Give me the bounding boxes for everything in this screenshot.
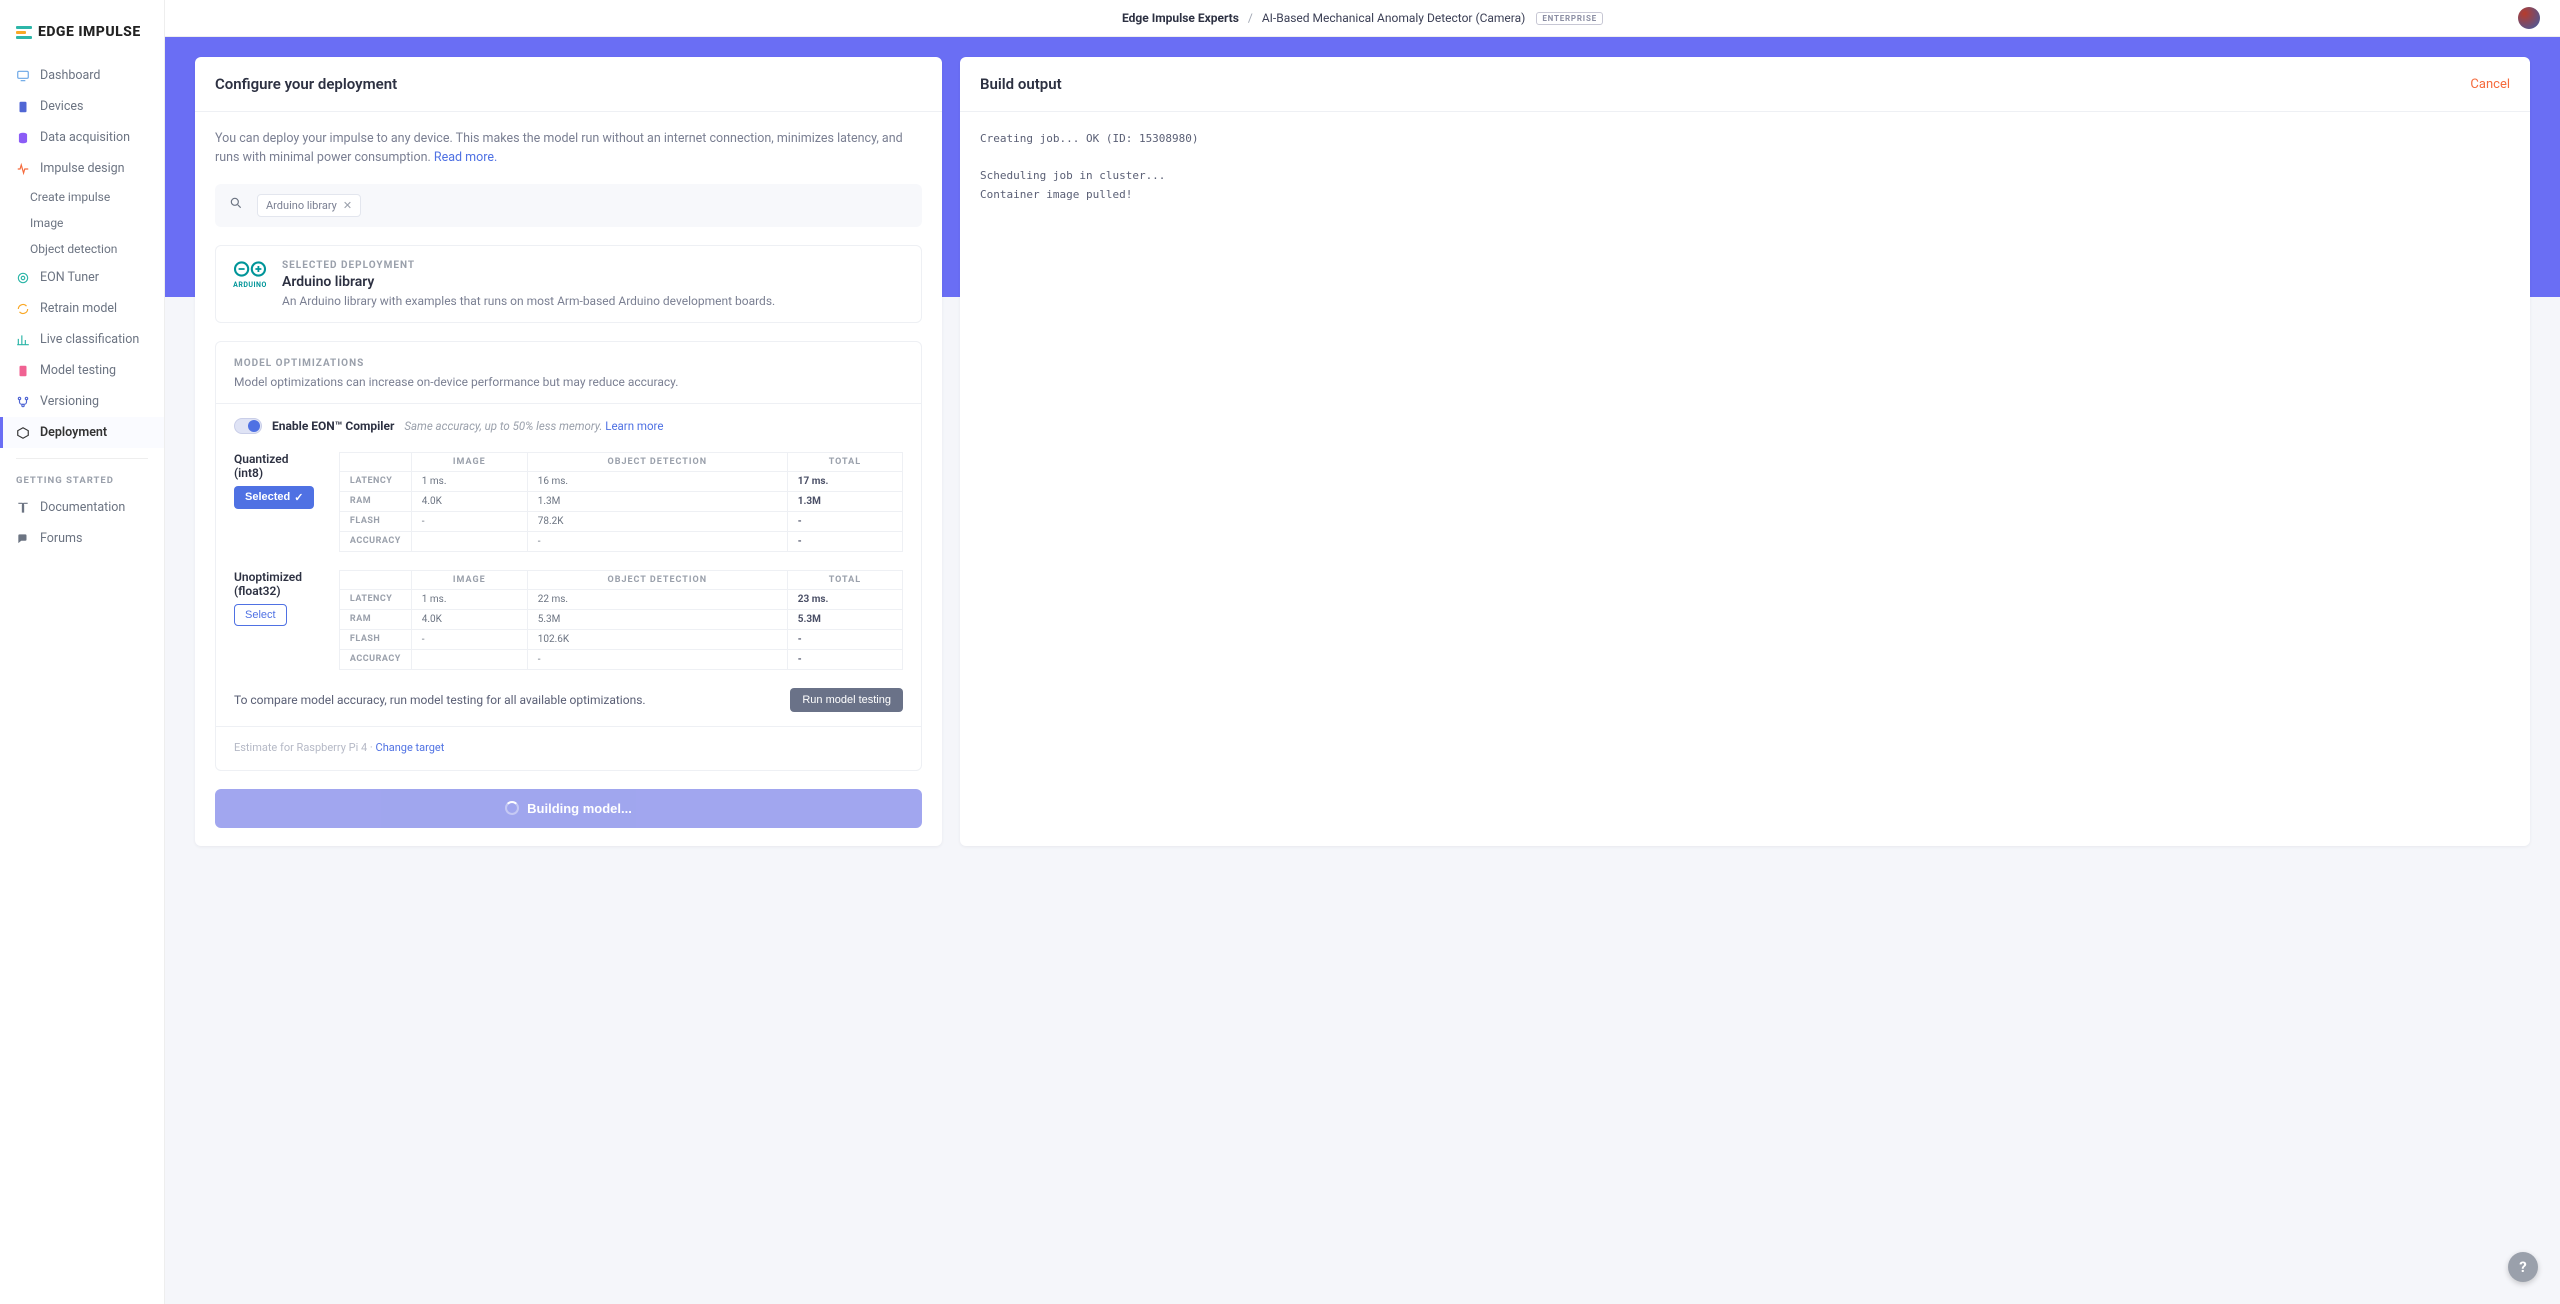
- sidebar-sub-label: Object detection: [30, 242, 117, 256]
- sidebar-item-label: Retrain model: [40, 301, 117, 316]
- logo-icon: [16, 26, 32, 39]
- deployment-desc: An Arduino library with examples that ru…: [282, 294, 775, 308]
- sidebar-item-retrain[interactable]: Retrain model: [0, 293, 164, 324]
- spinner-icon: [505, 801, 519, 815]
- sidebar: EDGE IMPULSE Dashboard Devices Data acqu…: [0, 0, 165, 1304]
- package-icon: [16, 426, 30, 440]
- arduino-logo-icon: ARDUINO: [232, 260, 268, 289]
- chart-icon: [16, 333, 30, 347]
- tier-badge: ENTERPRISE: [1536, 12, 1603, 25]
- deployment-name: Arduino library: [282, 274, 775, 290]
- sidebar-item-deployment[interactable]: Deployment: [0, 417, 164, 448]
- brand-text: EDGE IMPULSE: [38, 24, 141, 40]
- eon-compiler-toggle[interactable]: [234, 418, 262, 434]
- sidebar-item-dashboard[interactable]: Dashboard: [0, 60, 164, 91]
- configure-panel: Configure your deployment You can deploy…: [195, 57, 942, 846]
- sidebar-item-label: Data acquisition: [40, 130, 130, 145]
- estimate-target: Estimate for Raspberry Pi 4 · Change tar…: [216, 726, 921, 754]
- breadcrumb-project[interactable]: AI-Based Mechanical Anomaly Detector (Ca…: [1262, 11, 1526, 25]
- brand-logo[interactable]: EDGE IMPULSE: [0, 16, 164, 54]
- sidebar-sub-object-detection[interactable]: Object detection: [0, 236, 164, 262]
- search-icon: [229, 196, 243, 214]
- check-icon: ✓: [294, 491, 303, 504]
- change-target-link[interactable]: Change target: [376, 741, 445, 754]
- refresh-icon: [16, 302, 30, 316]
- sidebar-sub-label: Image: [30, 216, 63, 230]
- user-avatar[interactable]: [2518, 7, 2540, 29]
- run-model-testing-button[interactable]: Run model testing: [790, 688, 903, 712]
- opt-desc: Model optimizations can increase on-devi…: [234, 375, 903, 389]
- variant-unoptimized-title: Unoptimized (float32): [234, 570, 315, 598]
- build-log: Creating job... OK (ID: 15308980) Schedu…: [980, 130, 2510, 205]
- chip-remove-icon[interactable]: ✕: [343, 199, 352, 212]
- eon-toggle-hint: Same accuracy, up to 50% less memory. Le…: [404, 419, 663, 433]
- sidebar-item-documentation[interactable]: Documentation: [0, 492, 164, 523]
- sidebar-item-label: Devices: [40, 99, 83, 114]
- monitor-icon: [16, 69, 30, 83]
- sidebar-item-label: Live classification: [40, 332, 139, 347]
- sidebar-item-forums[interactable]: Forums: [0, 523, 164, 554]
- sidebar-item-label: Documentation: [40, 500, 125, 515]
- database-icon: [16, 131, 30, 145]
- sidebar-item-label: Model testing: [40, 363, 116, 378]
- build-output-panel: Build output Cancel Creating job... OK (…: [960, 57, 2530, 846]
- breadcrumb-org[interactable]: Edge Impulse Experts: [1122, 11, 1239, 25]
- breadcrumb: Edge Impulse Experts / AI-Based Mechanic…: [1122, 11, 1603, 25]
- build-button[interactable]: Building model...: [215, 789, 922, 828]
- clipboard-icon: [16, 364, 30, 378]
- device-icon: [16, 100, 30, 114]
- sidebar-nav: Dashboard Devices Data acquisition Impul…: [0, 60, 164, 554]
- sidebar-item-label: Forums: [40, 531, 82, 546]
- sidebar-sub-image[interactable]: Image: [0, 210, 164, 236]
- sidebar-sub-label: Create impulse: [30, 190, 110, 204]
- model-optimizations: MODEL OPTIMIZATIONS Model optimizations …: [215, 341, 922, 771]
- read-more-link[interactable]: Read more.: [434, 150, 497, 165]
- sidebar-section-header: GETTING STARTED: [0, 469, 164, 492]
- search-chip: Arduino library ✕: [257, 194, 361, 217]
- variant-quantized-title: Quantized (int8): [234, 452, 315, 480]
- chat-icon: [16, 532, 30, 546]
- branch-icon: [16, 395, 30, 409]
- sidebar-item-devices[interactable]: Devices: [0, 91, 164, 122]
- selected-deployment: ARDUINO SELECTED DEPLOYMENT Arduino libr…: [215, 245, 922, 323]
- help-button[interactable]: ?: [2508, 1252, 2538, 1282]
- sidebar-item-model-testing[interactable]: Model testing: [0, 355, 164, 386]
- topbar: Edge Impulse Experts / AI-Based Mechanic…: [165, 0, 2560, 37]
- sidebar-item-live-classification[interactable]: Live classification: [0, 324, 164, 355]
- build-output-title: Build output: [980, 75, 1062, 93]
- book-icon: [16, 501, 30, 515]
- deployment-search[interactable]: Arduino library ✕: [215, 184, 922, 227]
- sidebar-item-label: Versioning: [40, 394, 99, 409]
- sidebar-sub-create-impulse[interactable]: Create impulse: [0, 184, 164, 210]
- target-icon: [16, 271, 30, 285]
- sidebar-item-label: EON Tuner: [40, 270, 99, 285]
- eon-toggle-label: Enable EON™ Compiler: [272, 419, 394, 433]
- compare-hint: To compare model accuracy, run model tes…: [234, 693, 646, 707]
- sidebar-item-label: Impulse design: [40, 161, 125, 176]
- sidebar-item-versioning[interactable]: Versioning: [0, 386, 164, 417]
- configure-title: Configure your deployment: [215, 75, 397, 93]
- opt-label: MODEL OPTIMIZATIONS: [234, 358, 903, 369]
- quantized-metrics-table: IMAGEOBJECT DETECTIONTOTALLATENCY1 ms.16…: [339, 452, 903, 552]
- pulse-icon: [16, 162, 30, 176]
- learn-more-link[interactable]: Learn more: [605, 419, 663, 433]
- sidebar-item-label: Deployment: [40, 425, 107, 440]
- unoptimized-metrics-table: IMAGEOBJECT DETECTIONTOTALLATENCY1 ms.22…: [339, 570, 903, 670]
- sidebar-item-label: Dashboard: [40, 68, 100, 83]
- deployment-label: SELECTED DEPLOYMENT: [282, 260, 775, 271]
- sidebar-item-data-acquisition[interactable]: Data acquisition: [0, 122, 164, 153]
- sidebar-item-impulse-design[interactable]: Impulse design: [0, 153, 164, 184]
- sidebar-item-eon-tuner[interactable]: EON Tuner: [0, 262, 164, 293]
- variant-unoptimized-select-button[interactable]: Select: [234, 604, 287, 626]
- configure-intro: You can deploy your impulse to any devic…: [215, 130, 922, 168]
- variant-quantized-select-button[interactable]: Selected ✓: [234, 486, 314, 509]
- cancel-build-button[interactable]: Cancel: [2470, 77, 2510, 92]
